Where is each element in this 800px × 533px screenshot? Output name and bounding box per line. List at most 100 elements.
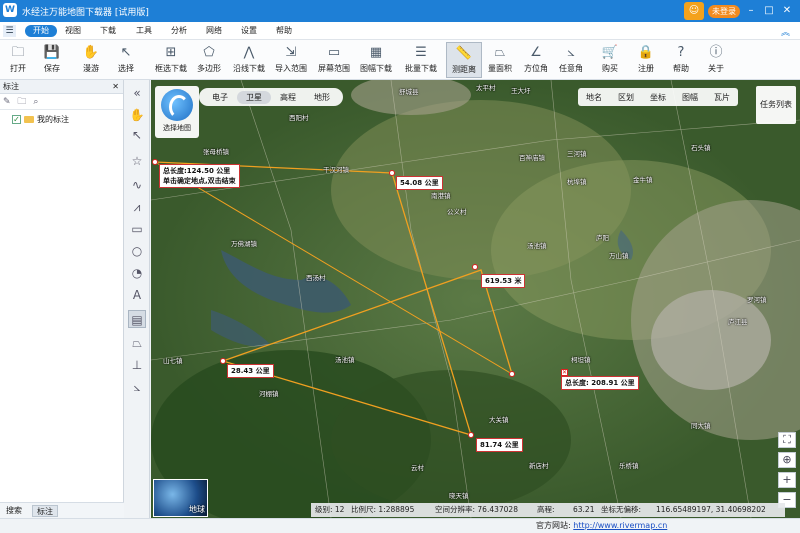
annotation-tree: ✓ 我的标注 bbox=[0, 110, 123, 130]
place-label: 王大圩 bbox=[511, 87, 531, 95]
line-icon[interactable]: ∿ bbox=[128, 176, 146, 194]
overlay-sheets[interactable]: 图幅 bbox=[674, 92, 706, 103]
area-icon[interactable]: ⏢ bbox=[128, 334, 146, 352]
import-range-button[interactable]: ⇲ 导入范围 bbox=[273, 42, 309, 78]
layer-terrain[interactable]: 地形 bbox=[305, 91, 339, 104]
edit-icon[interactable]: ✎ bbox=[3, 97, 11, 107]
overlay-placenames[interactable]: 地名 bbox=[578, 92, 610, 103]
register-button[interactable]: 🔒 注册 bbox=[628, 42, 664, 78]
place-label: 西汤村 bbox=[306, 274, 326, 282]
azimuth-icon[interactable]: ⊥ bbox=[128, 356, 146, 374]
measure-vertex[interactable] bbox=[468, 432, 474, 438]
panel-header: 标注 ✕ bbox=[0, 80, 123, 94]
place-label: 新店村 bbox=[529, 462, 549, 470]
tab-search[interactable]: 搜索 bbox=[2, 505, 26, 517]
help-button[interactable]: ? 帮助 bbox=[663, 42, 699, 78]
measure-vertex[interactable] bbox=[389, 170, 395, 176]
layer-electronic[interactable]: 电子 bbox=[203, 91, 237, 104]
layer-satellite[interactable]: 卫星 bbox=[237, 90, 271, 104]
measure-vertex[interactable] bbox=[220, 358, 226, 364]
map-status-bar: 级别: 12 比例尺: 1:288895 空间分辨率: 76.437028 高程… bbox=[311, 503, 785, 517]
monitor-icon: ▭ bbox=[327, 45, 341, 60]
locate-icon[interactable]: ⊕ bbox=[778, 452, 796, 468]
azimuth-button[interactable]: ∠ 方位角 bbox=[518, 42, 554, 78]
measure-distance-button[interactable]: 📏 测距离 bbox=[446, 42, 482, 78]
hand-icon[interactable]: ✋ bbox=[128, 106, 146, 124]
hand-icon: ✋ bbox=[82, 45, 100, 60]
arbitrary-angle-button[interactable]: ⦣ 任意角 bbox=[553, 42, 589, 78]
text-icon[interactable]: A bbox=[128, 286, 146, 304]
menu-download[interactable]: 下载 bbox=[100, 25, 116, 37]
menu-view[interactable]: 视图 bbox=[65, 25, 81, 37]
measure-area-button[interactable]: ⏢ 量面积 bbox=[482, 42, 518, 78]
place-label: 舒城县 bbox=[399, 88, 419, 96]
menu-network[interactable]: 网络 bbox=[206, 25, 222, 37]
batch-download-button[interactable]: ☰ 批量下载 bbox=[403, 42, 439, 78]
screen-range-button[interactable]: ▭ 屏幕范围 bbox=[316, 42, 352, 78]
place-label: 干汉河镇 bbox=[323, 166, 349, 174]
cursor-icon: ↖ bbox=[120, 45, 132, 60]
save-button[interactable]: 💾 保存 bbox=[34, 42, 70, 78]
overlay-divisions[interactable]: 区划 bbox=[610, 92, 642, 103]
collapse-panel-icon[interactable]: « bbox=[128, 84, 146, 102]
tree-item-my-annotations[interactable]: ✓ 我的标注 bbox=[12, 114, 111, 126]
menu-analysis[interactable]: 分析 bbox=[171, 25, 187, 37]
globe-icon bbox=[161, 89, 193, 121]
menu-start[interactable]: 开始 bbox=[25, 25, 57, 37]
pin-icon[interactable]: ☆ bbox=[128, 152, 146, 170]
fullscreen-icon[interactable]: ⛶ bbox=[778, 432, 796, 448]
purchase-button[interactable]: 🛒 购买 bbox=[592, 42, 628, 78]
pan-button[interactable]: ✋ 漫游 bbox=[73, 42, 109, 78]
task-list-button[interactable]: 任务列表 bbox=[756, 86, 796, 124]
globe-thumbnail[interactable]: 地球 bbox=[153, 479, 208, 517]
place-label: 太平村 bbox=[476, 84, 496, 92]
search-icon[interactable]: ⌕ bbox=[33, 97, 38, 107]
overlay-coordinates[interactable]: 坐标 bbox=[642, 92, 674, 103]
tab-annotation[interactable]: 标注 bbox=[32, 505, 58, 517]
rectangle-icon[interactable]: ▭ bbox=[128, 220, 146, 238]
checkbox[interactable]: ✓ bbox=[12, 115, 21, 124]
measure-vertex[interactable] bbox=[152, 159, 158, 165]
overlay-tiles[interactable]: 瓦片 bbox=[706, 92, 738, 103]
area-icon: ⏢ bbox=[494, 45, 506, 60]
polygon-button[interactable]: ⬠ 多边形 bbox=[191, 42, 227, 78]
ruler-icon[interactable]: ▤ bbox=[128, 310, 146, 328]
measure-vertex[interactable] bbox=[509, 371, 515, 377]
place-label: 石头镇 bbox=[691, 144, 711, 152]
angle-icon[interactable]: ⦣ bbox=[128, 378, 146, 396]
elevation-label: 高程: bbox=[537, 505, 555, 514]
layer-elevation[interactable]: 高程 bbox=[271, 91, 305, 104]
box-download-button[interactable]: ⊞ 框选下载 bbox=[153, 42, 189, 78]
cursor-icon[interactable]: ↖ bbox=[128, 126, 146, 144]
collapse-ribbon-icon[interactable]: ︽ bbox=[781, 25, 790, 38]
sheet-download-button[interactable]: ▦ 图幅下载 bbox=[358, 42, 394, 78]
close-icon[interactable]: ✕ bbox=[780, 4, 794, 18]
user-icon[interactable]: ☺ bbox=[684, 2, 704, 20]
maximize-icon[interactable]: □ bbox=[762, 4, 776, 18]
map-view[interactable]: 舒城县 太平村 王大圩 西阳村 张母桥镇 干汉河镇 南港镇 公义村 百神庙镇 三… bbox=[151, 80, 800, 518]
zoom-in-button[interactable]: + bbox=[778, 472, 796, 488]
menu-help[interactable]: 帮助 bbox=[276, 25, 292, 37]
measure-vertex[interactable] bbox=[472, 264, 478, 270]
circle-icon[interactable]: ○ bbox=[128, 242, 146, 260]
about-button[interactable]: ⓘ 关于 bbox=[698, 42, 734, 78]
minimize-icon[interactable]: – bbox=[744, 4, 758, 18]
place-label: 杭埠镇 bbox=[567, 178, 587, 186]
app-menu-icon[interactable]: ☰ bbox=[3, 25, 16, 37]
sector-icon[interactable]: ◔ bbox=[128, 264, 146, 282]
website-link[interactable]: http://www.rivermap.cn bbox=[573, 521, 667, 530]
resolution: 空间分辨率: 76.437028 bbox=[435, 505, 518, 514]
new-folder-icon[interactable]: 🗀 bbox=[17, 97, 26, 107]
login-button[interactable]: 未登录 bbox=[708, 5, 740, 18]
select-button[interactable]: ↖ 选择 bbox=[108, 42, 144, 78]
panel-close-icon[interactable]: ✕ bbox=[112, 80, 119, 94]
overlay-switch: 地名 区划 坐标 图幅 瓦片 bbox=[578, 88, 738, 106]
line-download-button[interactable]: ⋀ 沿线下载 bbox=[231, 42, 267, 78]
menu-settings[interactable]: 设置 bbox=[241, 25, 257, 37]
select-map-button[interactable]: 选择地图 bbox=[155, 86, 199, 138]
help-icon: ? bbox=[677, 45, 685, 60]
delete-measure-icon[interactable]: ✕ bbox=[561, 369, 568, 376]
open-button[interactable]: 🗀 打开 bbox=[0, 42, 36, 78]
menu-tools[interactable]: 工具 bbox=[136, 25, 152, 37]
polyline-icon[interactable]: ⩘ bbox=[128, 198, 146, 216]
